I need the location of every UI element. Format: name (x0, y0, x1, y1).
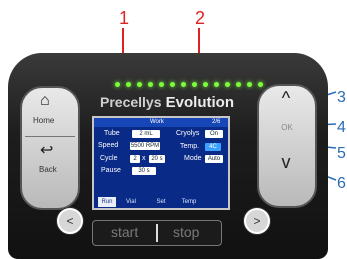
settings-icon-label: Set (156, 199, 166, 205)
tube-icon[interactable]: Vial (122, 197, 140, 207)
led-indicator-row (115, 82, 263, 87)
led-10 (214, 82, 219, 87)
cycle-duration-value[interactable]: 20 s (149, 155, 165, 163)
led-6 (170, 82, 175, 87)
stop-button[interactable]: stop (173, 224, 199, 240)
led-5 (159, 82, 164, 87)
cryolys-label: Cryolys (176, 130, 200, 137)
mode-value[interactable]: Auto (205, 155, 223, 163)
led-1 (115, 82, 120, 87)
run-icon-label: Run (101, 199, 113, 205)
mode-label: Mode (184, 155, 202, 162)
tube-label: Tube (104, 130, 120, 137)
up-button[interactable]: ^ (274, 88, 298, 108)
pause-value[interactable]: 30 s (132, 167, 156, 175)
back-button[interactable] (24, 138, 76, 180)
led-12 (236, 82, 241, 87)
led-2 (126, 82, 131, 87)
tube-icon-label: Vial (126, 199, 136, 205)
ok-button[interactable]: OK (277, 123, 297, 132)
screen-title-bar: Work 2/6 (94, 118, 228, 127)
speed-label: Speed (98, 142, 119, 149)
settings-icon[interactable]: Set (152, 197, 170, 207)
pad-divider (25, 136, 75, 137)
screen-icon-bar: Run Vial Set Temp (94, 195, 228, 208)
down-button[interactable]: v (274, 152, 298, 172)
led-13 (247, 82, 252, 87)
chevron-left-icon: < (66, 214, 74, 228)
snowflake-icon[interactable]: Temp (180, 197, 198, 207)
cycle-label: Cycle (100, 155, 118, 162)
cycle-count-value[interactable]: 2 (130, 155, 140, 163)
screen-page: 2/6 (212, 119, 221, 125)
start-stop-divider (156, 224, 158, 242)
temp-value[interactable]: 4C (205, 143, 221, 151)
up-arrow-icon: ^ (281, 88, 291, 108)
led-7 (181, 82, 186, 87)
screen-title: Work (150, 119, 164, 125)
led-8 (192, 82, 197, 87)
led-14 (258, 82, 263, 87)
temp-label: Temp. (180, 143, 200, 150)
tube-value[interactable]: 2 mL (132, 130, 160, 138)
led-3 (137, 82, 142, 87)
chevron-right-icon: > (253, 214, 261, 228)
home-button[interactable] (24, 88, 76, 130)
cryolys-value[interactable]: On (205, 130, 223, 138)
led-9 (203, 82, 208, 87)
lcd-screen: Work 2/6 Tube 2 mL Speed 5500 RPM Cycle … (92, 116, 230, 210)
led-11 (225, 82, 230, 87)
speed-value[interactable]: 5500 RPM (130, 142, 160, 150)
snowflake-icon-label: Temp (181, 199, 197, 205)
brand-name-part1: Precellys (100, 94, 162, 110)
cycle-x-icon: x (142, 155, 146, 162)
left-nav-button[interactable]: < (57, 208, 83, 234)
brand-name-part2: Evolution (161, 94, 234, 111)
brand-logo: Precellys Evolution (100, 94, 250, 111)
down-arrow-icon: v (281, 152, 291, 172)
run-icon[interactable]: Run (98, 197, 116, 207)
start-button[interactable]: start (111, 224, 138, 240)
start-stop-bar: start stop (92, 220, 222, 246)
right-nav-button[interactable]: > (244, 208, 270, 234)
pause-label: Pause (101, 167, 121, 174)
led-4 (148, 82, 153, 87)
